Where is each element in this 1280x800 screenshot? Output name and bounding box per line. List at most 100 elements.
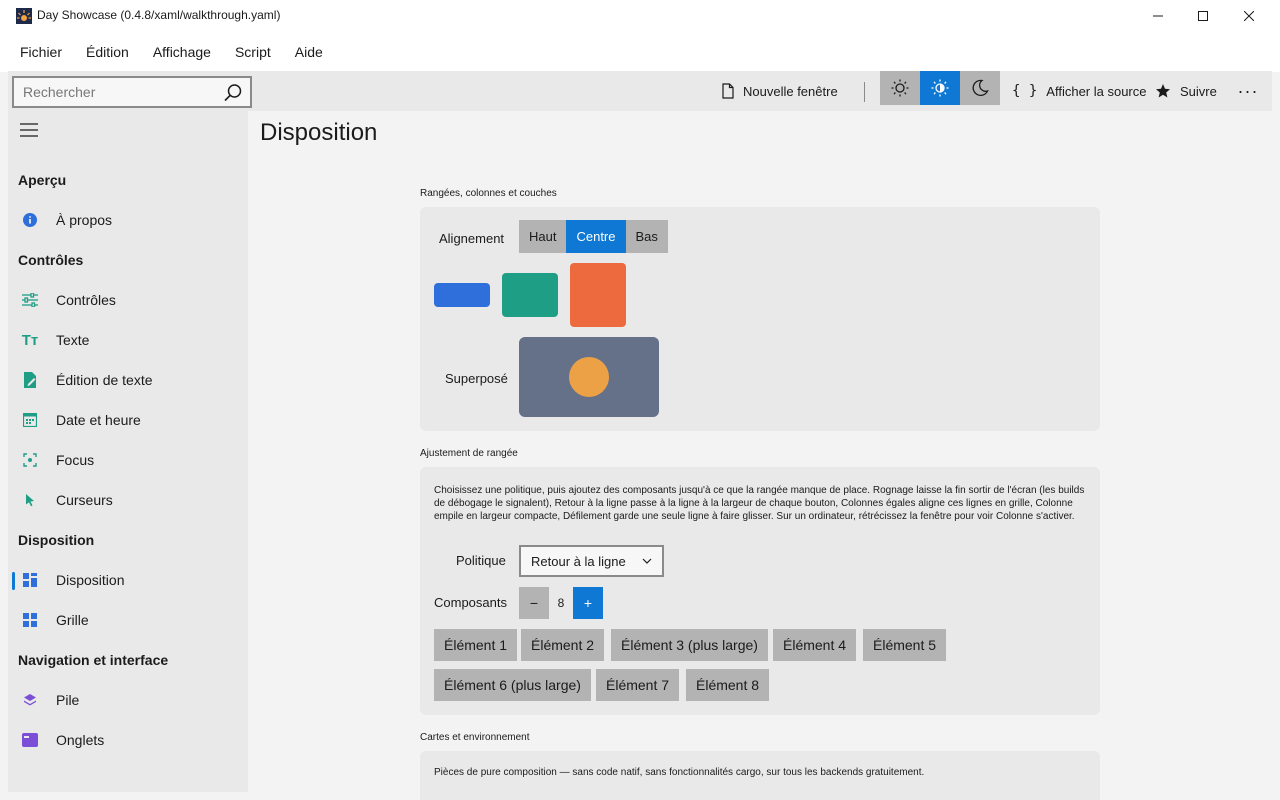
- sidebar-item-focus[interactable]: Focus: [8, 442, 248, 478]
- new-window-label: Nouvelle fenêtre: [743, 83, 838, 99]
- sidebar-item-text[interactable]: Tт Texte: [8, 322, 248, 358]
- item-button-6[interactable]: Élément 6 (plus large): [434, 669, 591, 701]
- menu-file[interactable]: Fichier: [10, 32, 72, 72]
- document-icon: [722, 83, 734, 99]
- sidebar-item-label: Édition de texte: [56, 372, 153, 388]
- components-count: 8: [557, 596, 565, 610]
- cursor-icon: [22, 492, 38, 508]
- search-icon[interactable]: [223, 83, 243, 103]
- menu-bar: Fichier Édition Affichage Script Aide: [0, 32, 1280, 72]
- app-logo-icon: [16, 8, 32, 24]
- item-button-7[interactable]: Élément 7: [596, 669, 680, 701]
- star-icon: [1156, 84, 1170, 98]
- policy-dropdown[interactable]: Retour à la ligne: [519, 545, 664, 577]
- focus-icon: [22, 452, 38, 468]
- row-fit-description: Choisissez une politique, puis ajoutez d…: [434, 485, 1085, 522]
- decrement-button[interactable]: −: [519, 587, 549, 619]
- sidebar-item-label: Texte: [56, 332, 90, 348]
- maximize-button[interactable]: [1180, 0, 1226, 32]
- theme-dark-button[interactable]: [960, 71, 1000, 105]
- sidebar: Aperçu À propos Contrôles Contrôles Tт T…: [8, 111, 248, 792]
- components-label: Composants: [434, 595, 507, 610]
- menu-edit[interactable]: Édition: [76, 32, 139, 72]
- item-button-3[interactable]: Élément 3 (plus large): [611, 629, 768, 661]
- window-title: Day Showcase (0.4.8/xaml/walkthrough.yam…: [37, 8, 281, 22]
- nav-header-overview: Aperçu: [18, 172, 67, 188]
- theme-auto-button[interactable]: [920, 71, 960, 105]
- follow-button[interactable]: Suivre: [1155, 71, 1217, 111]
- increment-button[interactable]: +: [573, 587, 603, 619]
- teal-block: [502, 273, 558, 317]
- row-fit-card: Choisissez une politique, puis ajoutez d…: [420, 467, 1100, 715]
- more-icon: ···: [1237, 80, 1259, 101]
- sidebar-item-date-time[interactable]: Date et heure: [8, 402, 248, 438]
- alignment-bottom-button[interactable]: Bas: [625, 220, 668, 253]
- menu-help[interactable]: Aide: [285, 32, 333, 72]
- orange-block: [570, 263, 626, 327]
- overlay-label: Superposé: [445, 371, 508, 386]
- section-title-row-fit: Ajustement de rangée: [420, 448, 518, 459]
- sidebar-item-label: Curseurs: [56, 492, 113, 508]
- search-input[interactable]: [14, 78, 214, 106]
- sidebar-item-about[interactable]: À propos: [8, 202, 248, 238]
- sidebar-item-label: Date et heure: [56, 412, 141, 428]
- toolbar: Nouvelle fenêtre: [8, 71, 1272, 111]
- overlay-circle: [569, 357, 609, 397]
- sun-icon: [891, 79, 909, 97]
- policy-label: Politique: [456, 553, 506, 568]
- theme-light-button[interactable]: [880, 71, 920, 105]
- item-button-1[interactable]: Élément 1: [434, 629, 518, 661]
- section-title-cards: Cartes et environnement: [420, 732, 530, 743]
- menu-script[interactable]: Script: [225, 32, 281, 72]
- view-source-button[interactable]: { } Afficher la source: [1012, 71, 1147, 111]
- policy-value: Retour à la ligne: [531, 553, 626, 569]
- sidebar-item-label: Contrôles: [56, 292, 116, 308]
- text-size-icon: Tт: [21, 331, 39, 349]
- cards-environment-card: Pièces de pure composition — sans code n…: [420, 751, 1100, 800]
- info-icon: [22, 212, 38, 228]
- edit-document-icon: [22, 372, 38, 388]
- new-window-button[interactable]: Nouvelle fenêtre: [722, 71, 838, 111]
- braces-icon: { }: [1012, 83, 1038, 99]
- close-button[interactable]: [1226, 0, 1272, 32]
- blue-block: [434, 283, 490, 307]
- sliders-icon: [22, 292, 38, 308]
- hamburger-menu-icon[interactable]: [20, 123, 38, 137]
- overlay-panel: [519, 337, 659, 417]
- sidebar-item-label: Pile: [56, 692, 80, 708]
- nav-header-controls: Contrôles: [18, 252, 84, 268]
- more-options-button[interactable]: ···: [1236, 71, 1260, 111]
- stack-icon: [22, 692, 38, 708]
- section-title-rows: Rangées, colonnes et couches: [420, 188, 557, 199]
- minimize-button[interactable]: [1135, 0, 1181, 32]
- sidebar-item-text-editing[interactable]: Édition de texte: [8, 362, 248, 398]
- alignment-segmented-control: Haut Centre Bas: [519, 220, 668, 253]
- toolbar-divider: [864, 82, 865, 102]
- alignment-center-button[interactable]: Centre: [566, 220, 626, 253]
- search-box: [12, 76, 252, 108]
- follow-label: Suivre: [1180, 83, 1217, 99]
- close-icon: [1244, 11, 1254, 21]
- sidebar-item-label: Onglets: [56, 732, 105, 748]
- nav-header-layout: Disposition: [18, 532, 95, 548]
- item-button-8[interactable]: Élément 8: [686, 669, 770, 701]
- menu-view[interactable]: Affichage: [143, 32, 221, 72]
- alignment-top-button[interactable]: Haut: [519, 220, 567, 253]
- sidebar-item-label: À propos: [56, 212, 113, 228]
- item-button-4[interactable]: Élément 4: [773, 629, 857, 661]
- sidebar-item-stack[interactable]: Pile: [8, 682, 248, 718]
- nav-header-navigation: Navigation et interface: [18, 652, 169, 668]
- item-button-2[interactable]: Élément 2: [521, 629, 605, 661]
- sidebar-item-layout[interactable]: Disposition: [8, 562, 248, 598]
- sidebar-item-controls[interactable]: Contrôles: [8, 282, 248, 318]
- alignment-label: Alignement: [439, 231, 505, 246]
- sidebar-item-cursors[interactable]: Curseurs: [8, 482, 248, 518]
- item-button-5[interactable]: Élément 5: [863, 629, 947, 661]
- calendar-icon: [22, 412, 38, 428]
- sidebar-item-label: Disposition: [56, 572, 125, 588]
- sidebar-item-tabs[interactable]: Onglets: [8, 722, 248, 758]
- grid-icon: [22, 612, 38, 628]
- sidebar-item-label: Grille: [56, 612, 89, 628]
- chevron-down-icon: [642, 558, 652, 564]
- sidebar-item-grid[interactable]: Grille: [8, 602, 248, 638]
